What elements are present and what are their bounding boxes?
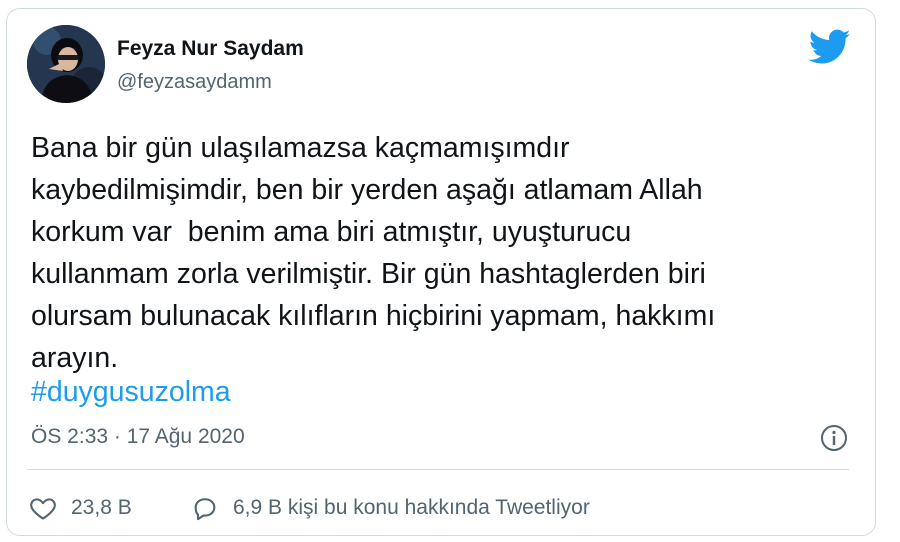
hashtag-link[interactable]: #duygusuzolma [31,371,231,413]
speech-bubble-icon [194,498,216,521]
author-handle[interactable]: @feyzasaydamm [117,71,272,94]
tweet-card: Feyza Nur Saydam @feyzasaydamm Bana bir … [6,8,876,536]
heart-icon [30,498,56,520]
avatar[interactable] [27,25,105,103]
reply-button[interactable]: 6,9 B kişi bu konu hakkında Tweetliyor [191,493,590,523]
tweet-timestamp[interactable]: ÖS 2:33 · 17 Ağu 2020 [31,425,245,449]
divider [27,469,849,470]
twitter-bird-icon[interactable] [808,29,851,65]
reply-count-label: 6,9 B kişi bu konu hakkında Tweetliyor [233,496,590,519]
info-icon[interactable] [819,423,849,453]
author-name[interactable]: Feyza Nur Saydam [117,37,304,61]
like-count: 23,8 B [71,496,132,519]
like-button[interactable]: 23,8 B [29,493,132,523]
tweet-text: Bana bir gün ulaşılamazsa kaçmamışımdır … [31,132,716,374]
